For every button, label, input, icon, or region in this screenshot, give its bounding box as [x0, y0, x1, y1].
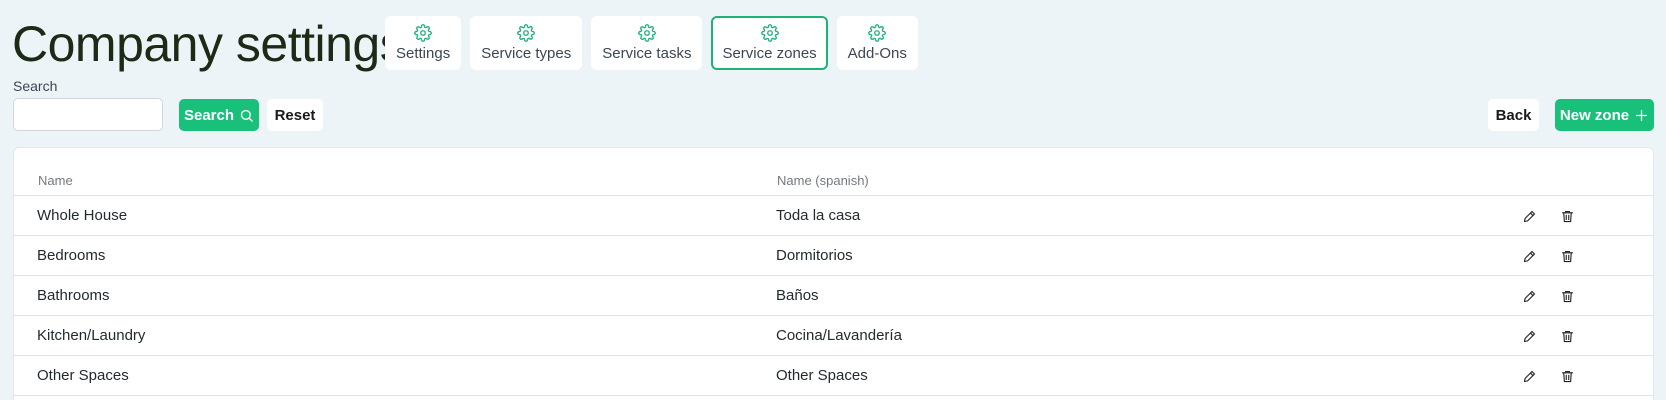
- tab-service-zones-label: Service zones: [722, 45, 817, 62]
- search-label: Search: [13, 78, 58, 94]
- gear-icon: [760, 24, 779, 42]
- company-settings-page: Company settings Settings Service types …: [0, 0, 1666, 400]
- tab-service-zones[interactable]: Service zones: [711, 16, 828, 70]
- trash-icon[interactable]: [1559, 328, 1575, 344]
- new-zone-button-label: New zone: [1559, 106, 1630, 124]
- tab-service-tasks[interactable]: Service tasks: [591, 16, 703, 70]
- tab-service-tasks-label: Service tasks: [602, 45, 692, 62]
- tab-add-ons-label: Add-Ons: [847, 45, 907, 62]
- new-zone-button[interactable]: New zone: [1555, 99, 1654, 131]
- tab-settings[interactable]: Settings: [385, 16, 462, 70]
- gear-icon: [517, 24, 536, 42]
- trash-icon[interactable]: [1559, 208, 1575, 224]
- table-row: Other Spaces Other Spaces: [14, 356, 1653, 396]
- cell-name: Bedrooms: [37, 247, 106, 264]
- tab-service-types-label: Service types: [481, 45, 572, 62]
- cell-name-spanish: Toda la casa: [776, 207, 861, 224]
- cell-name-spanish: Cocina/Lavandería: [776, 327, 902, 344]
- table-row: Bathrooms Baños: [14, 276, 1653, 316]
- table-row: Kitchen/Laundry Cocina/Lavandería: [14, 316, 1653, 356]
- search-button-label: Search: [183, 106, 235, 124]
- cell-name-spanish: Other Spaces: [776, 367, 868, 384]
- gear-icon: [414, 24, 432, 42]
- cell-name-spanish: Dormitorios: [776, 247, 853, 264]
- trash-icon[interactable]: [1559, 368, 1575, 384]
- edit-icon[interactable]: [1521, 288, 1537, 304]
- page-title: Company settings: [12, 16, 405, 72]
- column-header-name-spanish: Name (spanish): [777, 173, 869, 188]
- tab-add-ons[interactable]: Add-Ons: [836, 16, 918, 70]
- search-icon: [240, 109, 253, 122]
- edit-icon[interactable]: [1521, 208, 1537, 224]
- cell-name-spanish: Baños: [776, 287, 819, 304]
- plus-icon: [1635, 109, 1648, 121]
- gear-icon: [637, 24, 656, 42]
- edit-icon[interactable]: [1521, 328, 1537, 344]
- tab-settings-label: Settings: [396, 45, 451, 62]
- edit-icon[interactable]: [1521, 248, 1537, 264]
- trash-icon[interactable]: [1559, 288, 1575, 304]
- search-button[interactable]: Search: [179, 99, 259, 131]
- table-header: Name Name (spanish): [14, 148, 1653, 196]
- cell-name: Bathrooms: [37, 287, 110, 304]
- search-input[interactable]: [13, 98, 163, 131]
- back-button[interactable]: Back: [1488, 99, 1539, 131]
- trash-icon[interactable]: [1559, 248, 1575, 264]
- column-header-name: Name: [38, 173, 73, 188]
- cell-name: Other Spaces: [37, 367, 129, 384]
- tab-service-types[interactable]: Service types: [470, 16, 583, 70]
- cell-name: Whole House: [37, 207, 128, 224]
- gear-icon: [868, 24, 887, 42]
- reset-button[interactable]: Reset: [267, 99, 323, 131]
- zones-table: Name Name (spanish) Whole House Toda la …: [13, 147, 1654, 400]
- table-row: Whole House Toda la casa: [14, 196, 1653, 236]
- table-row: Bedrooms Dormitorios: [14, 236, 1653, 276]
- settings-tabs: Settings Service types Service tasks Ser…: [385, 16, 918, 70]
- cell-name: Kitchen/Laundry: [37, 327, 146, 344]
- edit-icon[interactable]: [1521, 368, 1537, 384]
